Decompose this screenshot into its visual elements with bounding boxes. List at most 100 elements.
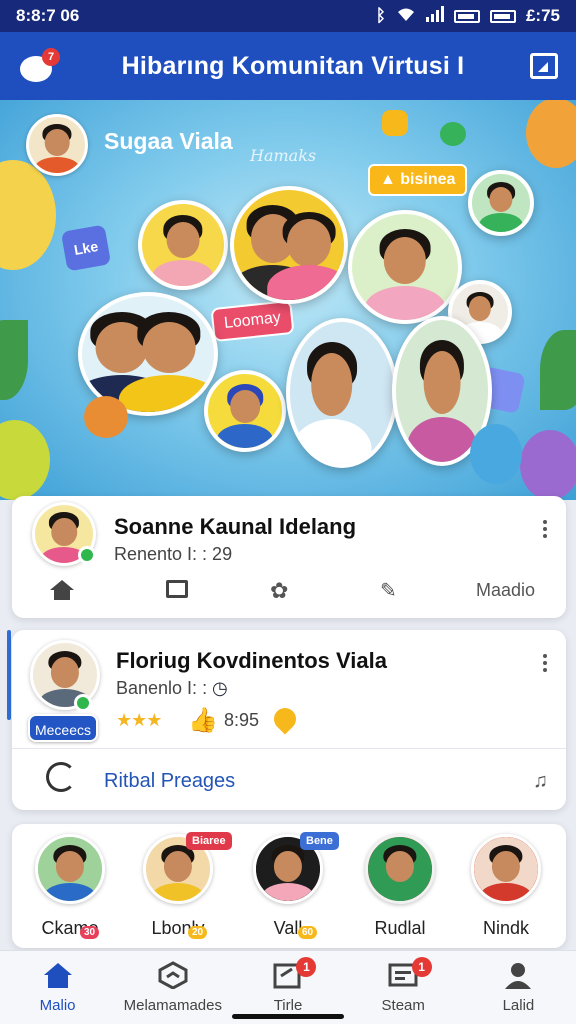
join-button[interactable]: Meceecs: [28, 714, 98, 742]
story-name: Rudlal: [374, 918, 426, 938]
story-item[interactable]: Biaree 20 Lbonly: [128, 832, 232, 939]
thumbs-up-icon[interactable]: 👍: [188, 706, 218, 735]
home-icon: [42, 961, 74, 989]
group-subtitle: Banenlo I: :: [116, 678, 208, 698]
member-photo-3[interactable]: [348, 210, 462, 324]
bluetooth-icon: ᛒ: [375, 6, 386, 25]
story-name: Nindk: [482, 918, 530, 938]
profile-icon: [502, 961, 534, 989]
rating-stars: ★★★: [116, 710, 162, 730]
more-options-icon[interactable]: [542, 518, 548, 540]
balloon-green: [0, 420, 50, 500]
post-card-2[interactable]: Meceecs Floriug Kovdinentos Viala Banenl…: [12, 630, 566, 810]
nav-label: Lalid: [502, 997, 535, 1014]
nav-label: Malio: [39, 997, 76, 1014]
leaf-decoration-left: [0, 320, 28, 400]
location-pin-icon: [269, 703, 301, 735]
bear-sticker: [84, 396, 128, 438]
battery-secondary-icon: [489, 9, 516, 23]
online-status-icon: [78, 546, 96, 564]
business-tag-label: bisinea: [400, 171, 456, 188]
status-icons: ᛒ £:75: [375, 5, 560, 27]
nav-label: Tirle: [273, 997, 303, 1014]
folder-icon: [166, 580, 188, 598]
group-title: Floriug Kovdinentos Viala: [116, 648, 387, 673]
refresh-icon[interactable]: [46, 762, 76, 792]
member-photo-1[interactable]: [138, 200, 228, 290]
app-bar: 7 Hibarıng Komunitan Virtusi I: [0, 32, 576, 100]
react-action-button[interactable]: ✿: [270, 578, 288, 604]
related-pages-link[interactable]: Ritbal Preages: [104, 770, 235, 793]
member-photo-7[interactable]: [204, 370, 286, 452]
member-photo-4[interactable]: [468, 170, 534, 236]
folder-action-button[interactable]: [166, 580, 188, 598]
app-title: Hibarıng Komunitan Virtusi I: [121, 51, 465, 80]
online-status-icon-2: [74, 694, 92, 712]
home-action-button[interactable]: [50, 580, 74, 600]
card-accent-bar: [7, 630, 11, 720]
hero-label: Sugaa Viala: [104, 128, 233, 154]
hero-profile-avatar[interactable]: [26, 114, 88, 176]
story-count: 20: [188, 926, 208, 939]
nav-badge: 1: [411, 957, 432, 977]
nav-profile[interactable]: Lalid: [461, 951, 576, 1024]
story-avatar: [365, 834, 435, 904]
story-count: 60: [298, 926, 318, 939]
edit-action-button[interactable]: ✎: [380, 578, 397, 603]
story-count: 30: [80, 926, 100, 939]
story-item[interactable]: Bene 60 Vall: [238, 832, 339, 939]
more-options-icon-2[interactable]: [542, 652, 548, 674]
story-name: Lbonly: [151, 918, 205, 938]
story-avatar: [471, 834, 541, 904]
home-indicator: [232, 1014, 344, 1019]
post-title: Soanne Kaunal Idelang: [114, 514, 357, 539]
sticker-tag: Loomay: [210, 299, 295, 343]
story-avatar: [35, 834, 105, 904]
media-action-button[interactable]: Maadio: [476, 580, 535, 601]
wifi-icon: [396, 6, 416, 27]
gallery-icon[interactable]: [530, 53, 558, 79]
clock-icon: ◷: [212, 678, 228, 698]
story-item[interactable]: Nindk: [456, 834, 556, 939]
edit-icon: ✎: [380, 580, 397, 602]
story-item[interactable]: 30 Ckame: [20, 834, 120, 939]
balloon-purple: [520, 430, 576, 500]
react-icon: ✿: [270, 578, 289, 603]
nav-label: Steam: [381, 997, 425, 1014]
nav-explore[interactable]: Melamamades: [115, 951, 230, 1024]
leaf-decoration: [540, 330, 576, 410]
hero-banner[interactable]: Sugaa Viala Hamaks ▲ bisinea Lke Loomay: [0, 100, 576, 500]
explore-icon: [157, 961, 189, 990]
post-actions: ✿ ✎ Maadio: [12, 572, 566, 612]
chat-icon[interactable]: 7: [18, 48, 60, 84]
business-tag[interactable]: ▲ bisinea: [368, 164, 468, 196]
home-icon: [50, 580, 74, 600]
nav-stream[interactable]: 1 Steam: [346, 951, 461, 1024]
chat-sticker: [440, 122, 466, 146]
post-card-1[interactable]: Soanne Kaunal Idelang Renento I: : 29 ✿ …: [12, 496, 566, 618]
nav-badge: 1: [296, 957, 317, 977]
battery-icon: [453, 9, 480, 23]
like-sticker: Lke: [60, 224, 112, 272]
story-name: Ckame: [41, 918, 99, 938]
hero-script-text: Hamaks: [250, 146, 317, 165]
status-time: 8:8:7 06: [16, 6, 80, 25]
signal-icon: [425, 5, 444, 27]
story-name: Vall: [273, 918, 303, 938]
post-subtitle: Renento I: : 29: [114, 544, 233, 564]
member-photo-8[interactable]: [286, 318, 398, 468]
balloon-yellow: [0, 160, 56, 270]
music-icon[interactable]: ♫: [533, 770, 548, 793]
story-item[interactable]: Rudlal: [350, 834, 450, 939]
bottom-nav: Malio Melamamades 1 Tirle 1 Steam Lalid: [0, 950, 576, 1024]
balloon-orange: [526, 100, 576, 168]
chat-badge: 7: [42, 48, 60, 66]
story-tag: Biaree: [186, 832, 232, 850]
yellow-sticker: [382, 110, 408, 136]
member-photo-2[interactable]: [230, 186, 348, 304]
nav-label: Melamamades: [123, 997, 222, 1014]
story-tag: Bene: [300, 832, 339, 850]
stories-card: 30 Ckame Biaree 20 Lbonly Bene 60 Vall R…: [12, 824, 566, 948]
nav-home[interactable]: Malio: [0, 951, 115, 1024]
divider: [12, 748, 566, 749]
